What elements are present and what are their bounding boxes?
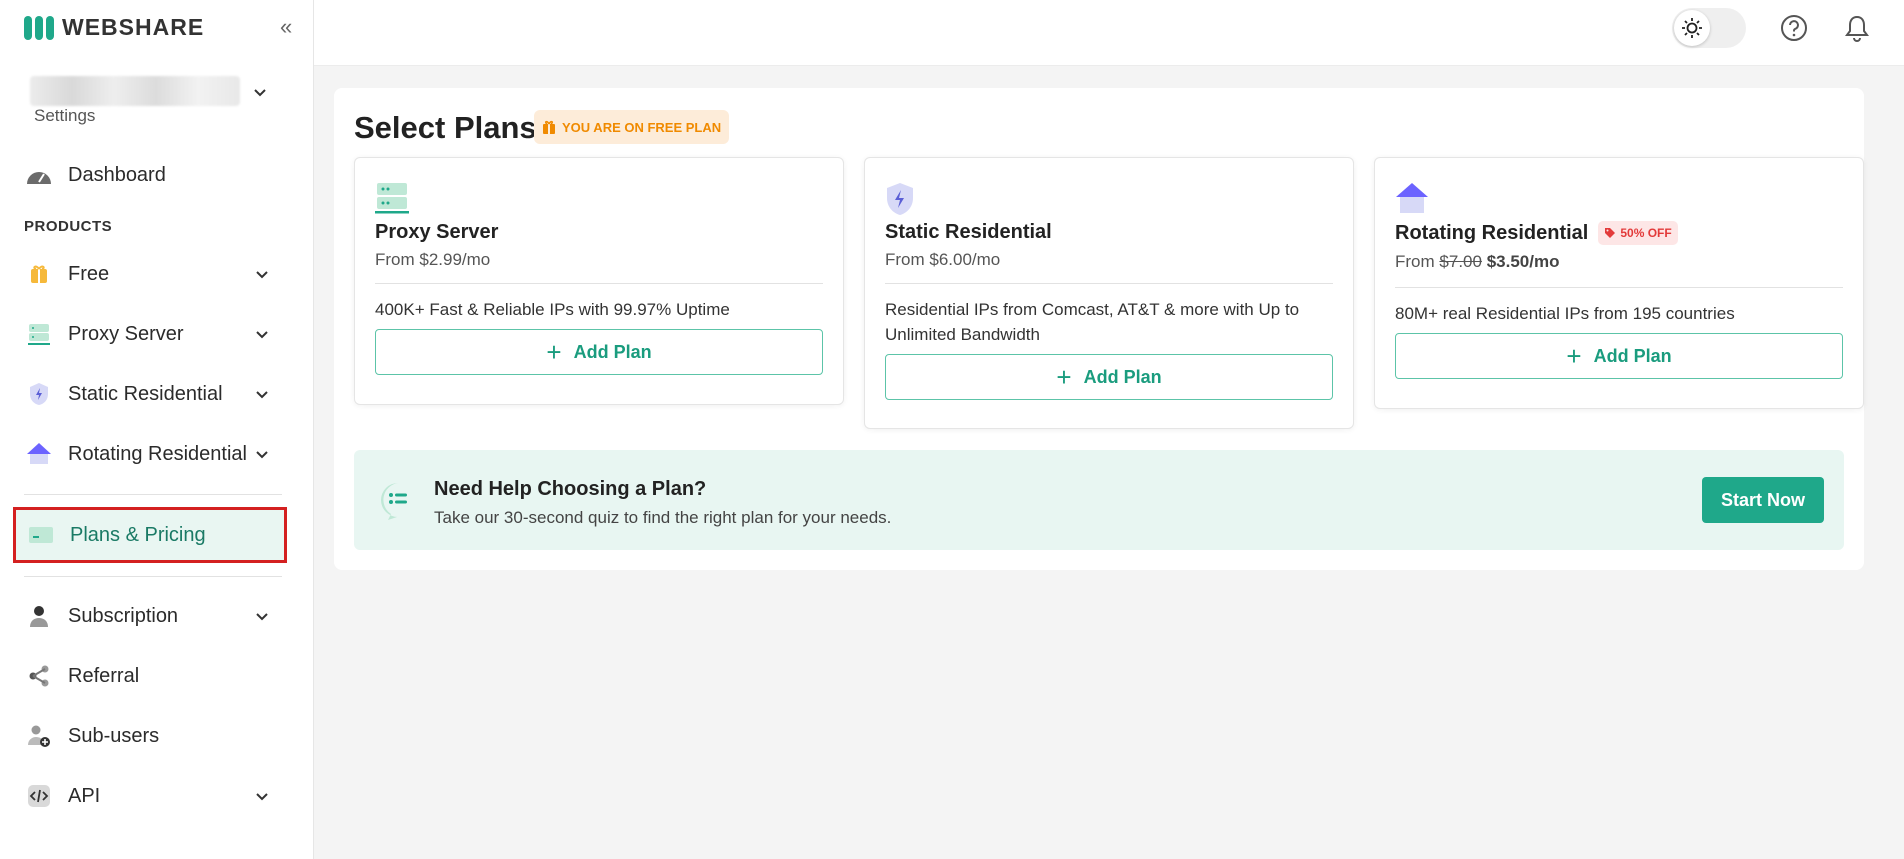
server-icon [24,319,54,349]
sidebar-item-api[interactable]: API [14,772,284,820]
account-switcher[interactable]: Settings [30,72,280,132]
brand-logo[interactable]: WEBSHARE [24,14,204,41]
start-now-button[interactable]: Start Now [1702,477,1824,523]
sidebar-item-label: Subscription [68,604,179,627]
tag-icon [1605,228,1616,238]
sidebar-item-dashboard[interactable]: Dashboard [14,151,284,199]
gift-icon [543,120,555,134]
add-plan-button[interactable]: + Add Plan [885,354,1333,400]
collapse-sidebar-icon[interactable]: « [280,14,292,40]
theme-toggle[interactable] [1672,8,1746,48]
quiz-subtitle: Take our 30-second quiz to find the righ… [434,508,892,527]
code-icon [24,781,54,811]
credit-card-icon [26,520,56,550]
sidebar-item-sub-users[interactable]: Sub-users [14,712,284,760]
chevron-down-icon [256,331,268,339]
add-plan-button[interactable]: + Add Plan [375,329,823,375]
plus-icon: + [546,337,562,367]
page-title: Select Plans [354,110,537,145]
chevron-down-icon [256,451,268,459]
plan-card-price: From $6.00/mo [885,250,1001,269]
plan-card-title-text: Static Residential [885,221,1052,243]
discounted-price: $3.50/mo [1486,252,1560,271]
sidebar-divider [24,494,282,495]
plus-icon: + [1056,362,1072,392]
plan-card-description: Residential IPs from Comcast, AT&T & mor… [885,300,1300,344]
discount-badge: 50% OFF [1598,221,1678,245]
card-divider [375,283,823,284]
sidebar-item-referral[interactable]: Referral [14,652,284,700]
help-icon[interactable] [1780,14,1808,47]
server-icon [375,182,409,219]
webshare-logo-icon [24,15,54,40]
sidebar-item-label: API [68,784,101,807]
products-heading: PRODUCTS [24,218,113,235]
chevron-down-icon [256,391,268,399]
plan-card-title: Rotating Residential 50% OFF [1395,221,1678,245]
chevron-down-icon [256,793,268,801]
quiz-title: Need Help Choosing a Plan? [434,478,707,500]
sidebar-item-rotating-residential[interactable]: Rotating Residential [14,430,284,478]
plan-card-description: 80M+ real Residential IPs from 195 count… [1395,304,1735,323]
gift-icon [24,259,54,289]
account-settings-label: Settings [34,106,96,125]
top-bar [314,0,1904,66]
sidebar-item-label: Referral [68,664,140,687]
plan-card-price: From $7.00 $3.50/mo [1395,252,1559,272]
sidebar-item-label: Free [68,262,110,285]
plan-quiz-banner: Need Help Choosing a Plan? Take our 30-s… [354,450,1844,550]
plan-card-static-residential: Static Residential From $6.00/mo Residen… [864,157,1354,429]
add-plan-label: Add Plan [1593,345,1672,366]
current-plan-badge: YOU ARE ON FREE PLAN [534,110,730,144]
plus-icon: + [1566,341,1582,371]
sidebar-item-label: Proxy Server [68,322,184,345]
shield-bolt-icon [885,182,915,221]
plan-card-title-text: Proxy Server [375,221,499,243]
chevron-down-icon [256,613,268,621]
chevron-down-icon [256,271,268,279]
house-icon [1395,182,1429,219]
shield-bolt-icon [24,379,54,409]
card-divider [1395,287,1843,288]
add-plan-button[interactable]: + Add Plan [1395,333,1843,379]
sidebar-item-label: Plans & Pricing [70,523,206,546]
account-name-redacted [30,76,240,106]
add-plan-label: Add Plan [573,341,652,362]
chat-list-icon [378,480,418,525]
discount-label: 50% OFF [1620,226,1672,240]
current-plan-label: YOU ARE ON FREE PLAN [562,119,722,135]
price-prefix: From [1395,252,1435,271]
sidebar-item-label: Static Residential [68,382,223,405]
sun-icon [1674,10,1710,46]
plan-card-proxy-server: Proxy Server From $2.99/mo 400K+ Fast & … [354,157,844,405]
plan-card-rotating-residential: Rotating Residential 50% OFF From $7.00 … [1374,157,1864,409]
plan-card-title: Static Residential [885,221,1052,244]
plan-card-description: 400K+ Fast & Reliable IPs with 99.97% Up… [375,300,730,319]
sidebar-item-proxy-server[interactable]: Proxy Server [14,310,284,358]
share-icon [24,661,54,691]
sidebar-item-plans-pricing[interactable]: Plans & Pricing [13,507,287,563]
sidebar-item-subscription[interactable]: Subscription [14,592,284,640]
select-plans-panel: Select Plans YOU ARE ON FREE PLAN Proxy … [334,88,1864,570]
card-divider [885,283,1333,284]
sidebar-item-static-residential[interactable]: Static Residential [14,370,284,418]
sidebar: WEBSHARE « Settings Dashboard PRODUCTS F… [0,0,314,859]
plan-card-price: From $2.99/mo [375,250,491,269]
user-icon [24,601,54,631]
chevron-down-icon [254,89,266,97]
house-icon [24,439,54,469]
bell-icon[interactable] [1844,14,1870,47]
gauge-icon [24,160,54,190]
sidebar-item-label: Sub-users [68,724,160,747]
sidebar-divider [24,576,282,577]
sidebar-item-free[interactable]: Free [14,250,284,298]
sidebar-item-label: Dashboard [68,163,166,186]
brand-name: WEBSHARE [62,14,205,40]
original-price: $7.00 [1439,252,1482,271]
add-plan-label: Add Plan [1083,366,1162,387]
plan-card-title: Proxy Server [375,221,498,244]
plan-card-title-text: Rotating Residential [1395,221,1589,244]
sidebar-item-label: Rotating Residential [68,442,247,465]
add-user-icon [24,721,54,751]
